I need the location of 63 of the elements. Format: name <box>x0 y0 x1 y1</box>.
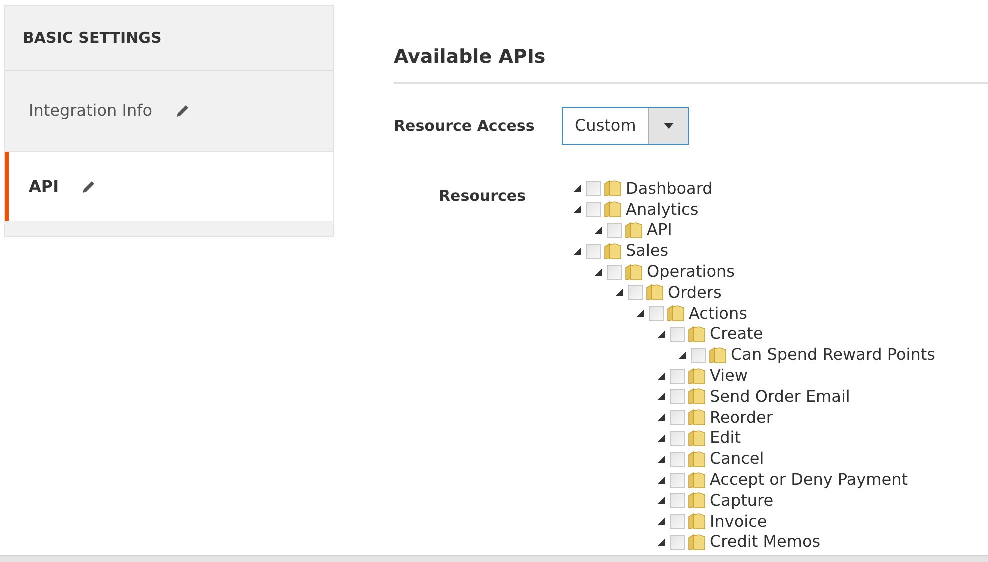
tree-item-label[interactable]: View <box>710 368 748 384</box>
tree-item-label[interactable]: Accept or Deny Payment <box>710 472 908 488</box>
folder-icon <box>625 222 643 239</box>
checkbox[interactable] <box>607 222 622 238</box>
panel-title: BASIC SETTINGS <box>23 28 162 49</box>
tree-item-label[interactable]: Edit <box>710 430 741 446</box>
tree-item-label[interactable]: API <box>647 222 672 238</box>
folder-icon <box>688 472 706 489</box>
tree-item-label[interactable]: Analytics <box>626 202 699 218</box>
checkbox[interactable] <box>670 452 685 467</box>
checkbox[interactable] <box>670 534 685 550</box>
tree-item-label[interactable]: Capture <box>710 492 774 509</box>
tree-item-label[interactable]: Reorder <box>710 410 773 426</box>
tree-item-label[interactable]: Dashboard <box>626 180 713 197</box>
tree-item-label[interactable]: Cancel <box>710 451 764 468</box>
checkbox[interactable] <box>670 430 685 446</box>
folder-icon <box>688 513 706 530</box>
folder-icon <box>688 534 706 551</box>
folder-icon <box>604 242 622 260</box>
folder-icon <box>688 409 706 426</box>
checkbox[interactable] <box>628 285 643 300</box>
sidebar-tab[interactable]: API <box>5 152 333 221</box>
folder-icon <box>688 388 706 406</box>
tree-item-label[interactable]: Orders <box>668 284 722 301</box>
folder-icon <box>688 368 706 385</box>
tree-item-label[interactable]: Actions <box>689 306 748 322</box>
checkbox[interactable] <box>670 493 685 508</box>
checkbox[interactable] <box>586 244 601 259</box>
folder-icon <box>688 492 706 510</box>
folder-icon <box>646 284 664 302</box>
checkbox[interactable] <box>607 264 622 280</box>
checkbox[interactable] <box>670 389 685 404</box>
resource-access-select[interactable]: Custom <box>562 106 689 144</box>
checkbox[interactable] <box>670 326 685 342</box>
checkbox[interactable] <box>670 514 685 530</box>
folder-icon <box>667 305 685 322</box>
folder-icon <box>625 264 643 281</box>
checkbox[interactable] <box>649 306 664 322</box>
folder-icon <box>688 450 706 468</box>
field-label: Resource Access <box>394 116 535 134</box>
tree-item-label[interactable]: Operations <box>647 264 735 280</box>
checkbox[interactable] <box>670 368 685 384</box>
folder-icon <box>688 430 706 447</box>
folder-icon <box>688 326 706 343</box>
folder-icon <box>709 346 727 364</box>
checkbox[interactable] <box>586 181 601 196</box>
field-label: Resources <box>438 186 526 204</box>
checkbox[interactable] <box>670 472 685 488</box>
tree-item-label[interactable]: Can Spend Reward Points <box>731 347 936 364</box>
folder-icon <box>604 201 622 218</box>
checkbox[interactable] <box>670 410 685 426</box>
tree-item-label[interactable]: Invoice <box>710 514 768 530</box>
caret-icon <box>664 122 674 128</box>
pencil-icon <box>81 178 98 194</box>
tree-item-label[interactable]: Credit Memos <box>710 534 821 550</box>
checkbox[interactable] <box>586 202 601 218</box>
checkbox[interactable] <box>691 348 706 363</box>
folder-icon <box>604 180 622 198</box>
section-title: Available APIs <box>394 46 546 68</box>
tree-item-label[interactable]: Create <box>710 326 764 342</box>
pencil-icon <box>174 103 191 119</box>
tree-item-label[interactable]: Sales <box>626 243 669 260</box>
tree-item-label[interactable]: Send Order Email <box>710 388 850 405</box>
